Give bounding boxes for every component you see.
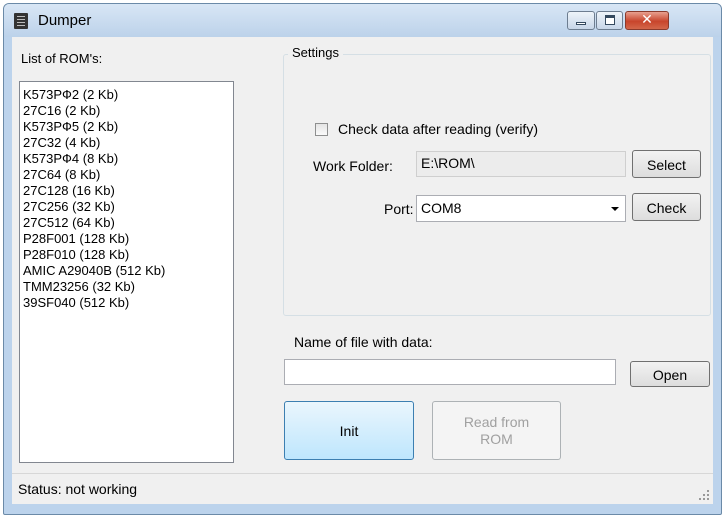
verify-checkbox-label[interactable]: Check data after reading (verify) [338, 121, 538, 137]
rom-list-item[interactable]: 27C64 (8 Kb) [23, 167, 230, 183]
chip-icon [14, 13, 28, 29]
main-panel: List of ROM's: K573PФ2 (2 Kb) 27C16 (2 Kb… [12, 37, 713, 504]
file-name-input[interactable] [284, 359, 616, 385]
rom-list-item[interactable]: AMIC A29040B (512 Kb) [23, 263, 230, 279]
file-name-label: Name of file with data: [294, 334, 433, 350]
rom-list-item[interactable]: 27C32 (4 Kb) [23, 135, 230, 151]
init-button[interactable]: Init [284, 401, 414, 460]
maximize-button[interactable] [596, 11, 623, 30]
rom-list-item[interactable]: 27C256 (32 Kb) [23, 199, 230, 215]
status-bar: Status: not working [12, 473, 713, 504]
title-bar[interactable]: Dumper ✕ [4, 4, 721, 37]
rom-list-item[interactable]: TMM23256 (32 Kb) [23, 279, 230, 295]
maximize-icon [605, 15, 615, 25]
rom-list-item[interactable]: K573PФ4 (8 Kb) [23, 151, 230, 167]
minimize-icon [576, 22, 586, 25]
close-icon: ✕ [641, 12, 653, 28]
port-label: Port: [384, 201, 414, 217]
rom-list-item[interactable]: K573PФ5 (2 Kb) [23, 119, 230, 135]
rom-list-item[interactable]: 27C128 (16 Kb) [23, 183, 230, 199]
open-file-button[interactable]: Open [630, 361, 710, 387]
rom-list-item[interactable]: P28F010 (128 Kb) [23, 247, 230, 263]
status-text: Status: not working [18, 481, 138, 497]
work-folder-label: Work Folder: [313, 158, 393, 174]
check-port-button[interactable]: Check [632, 193, 701, 221]
rom-list-item[interactable]: K573PФ2 (2 Kb) [23, 87, 230, 103]
dumper-window: Dumper ✕ List of ROM's: K573PФ2 (2 Kb) 27… [3, 3, 722, 515]
work-folder-field: E:\ROM\ [416, 151, 626, 177]
rom-list-label: List of ROM's: [21, 51, 103, 66]
rom-list-item[interactable]: 27C512 (64 Kb) [23, 215, 230, 231]
close-button[interactable]: ✕ [625, 11, 669, 30]
rom-listbox[interactable]: K573PФ2 (2 Kb) 27C16 (2 Kb) K573PФ5 (2 Kb)… [19, 81, 234, 463]
verify-checkbox[interactable] [315, 123, 328, 136]
minimize-button[interactable] [567, 11, 595, 30]
window-title: Dumper [38, 12, 92, 29]
port-combobox[interactable]: COM8 [416, 195, 626, 222]
read-from-rom-button: Read from ROM [432, 401, 561, 460]
rom-list-item[interactable]: 39SF040 (512 Kb) [23, 295, 230, 311]
select-folder-button[interactable]: Select [632, 150, 701, 178]
resize-grip-icon[interactable] [697, 488, 709, 500]
rom-list-item[interactable]: P28F001 (128 Kb) [23, 231, 230, 247]
rom-list-item[interactable]: 27C16 (2 Kb) [23, 103, 230, 119]
settings-groupbox [283, 54, 711, 316]
port-value: COM8 [421, 200, 462, 216]
settings-legend: Settings [288, 45, 343, 60]
chevron-down-icon[interactable] [611, 207, 619, 211]
